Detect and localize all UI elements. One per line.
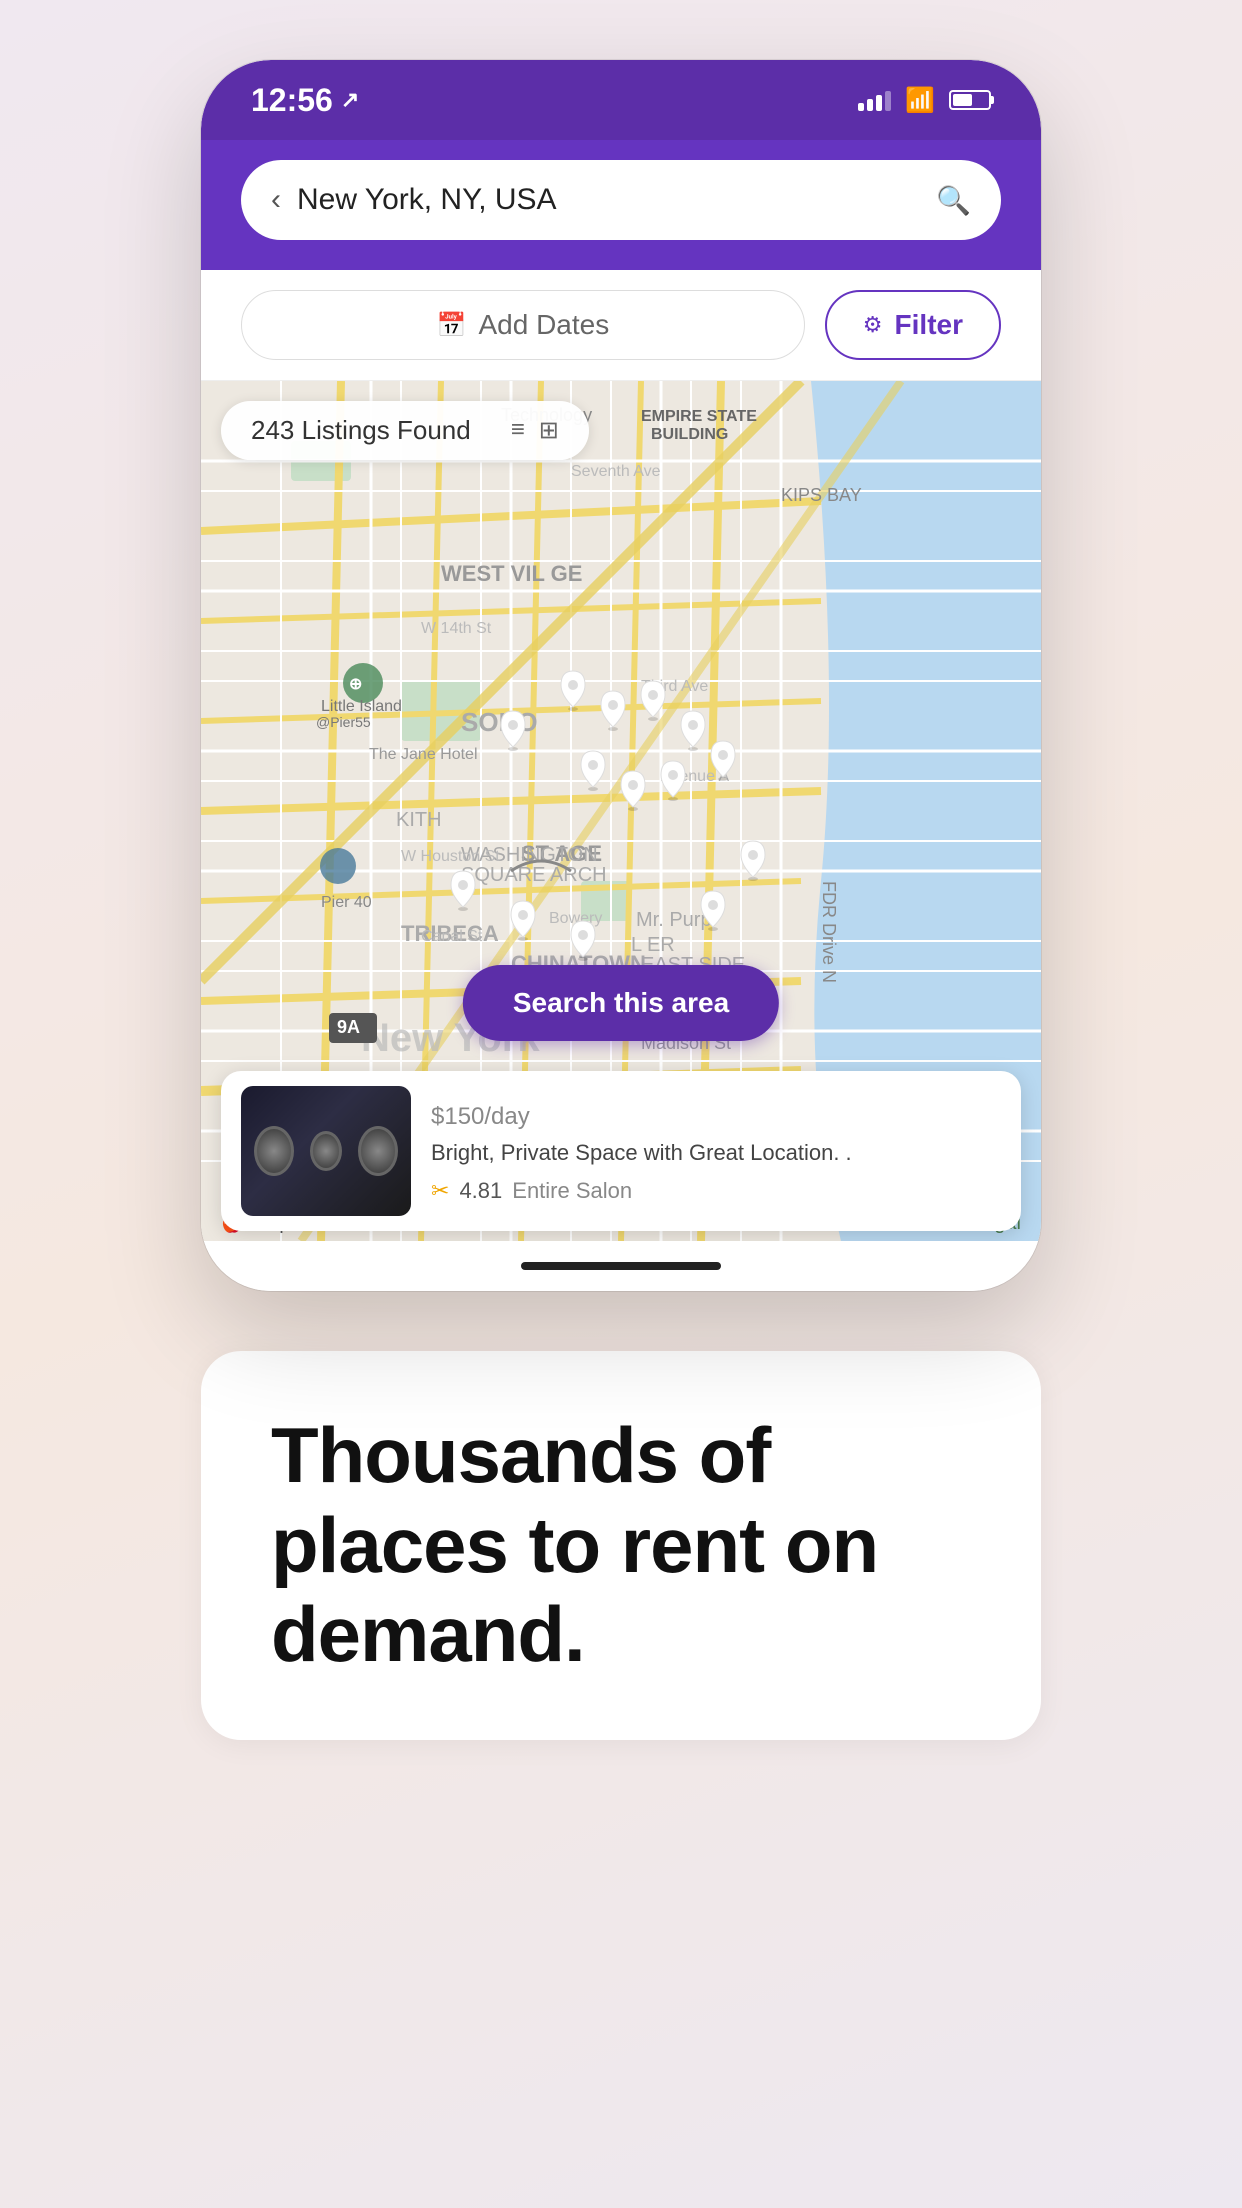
listing-rating: 4.81 — [459, 1178, 502, 1204]
listing-info: $150/day Bright, Private Space with Grea… — [431, 1098, 1001, 1205]
search-query[interactable]: New York, NY, USA — [297, 183, 936, 217]
svg-text:@Pier55: @Pier55 — [316, 714, 371, 730]
add-dates-button[interactable]: 📅 Add Dates — [241, 290, 805, 360]
add-dates-label: Add Dates — [478, 309, 609, 341]
filter-button[interactable]: ⚙ Filter — [825, 290, 1001, 360]
signal-bar-1 — [858, 103, 864, 111]
listings-count-bar: 243 Listings Found ≡ ⊞ — [221, 401, 589, 460]
svg-text:W 14th St: W 14th St — [421, 620, 492, 637]
svg-text:L ER: L ER — [631, 934, 675, 956]
map-view-icon[interactable]: ⊞ — [539, 416, 559, 445]
svg-text:EMPIRE STATE: EMPIRE STATE — [641, 408, 757, 425]
search-bar[interactable]: ‹ New York, NY, USA 🔍 — [241, 160, 1001, 240]
svg-text:KIPS BAY: KIPS BAY — [781, 485, 862, 505]
listing-image — [241, 1086, 411, 1216]
filter-label: Filter — [895, 309, 963, 341]
status-time: 12:56 ↗ — [251, 82, 359, 119]
svg-text:FDR Drive N: FDR Drive N — [819, 881, 839, 983]
svg-text:Pier 40: Pier 40 — [321, 894, 372, 911]
signal-icon — [858, 89, 891, 111]
search-icon[interactable]: 🔍 — [936, 184, 971, 217]
home-bar — [521, 1262, 721, 1270]
time-display: 12:56 — [251, 82, 333, 119]
list-view-icon[interactable]: ≡ — [511, 416, 525, 445]
price-unit: /day — [484, 1103, 529, 1130]
view-toggle-icons[interactable]: ≡ ⊞ — [511, 416, 559, 445]
search-this-area-button[interactable]: Search this area — [463, 965, 779, 1041]
svg-text:WEST VIL GE: WEST VIL GE — [441, 561, 582, 586]
headline-text: Thousands of places to rent on demand. — [271, 1411, 971, 1680]
svg-text:Canal St: Canal St — [421, 928, 483, 945]
bottom-text-section: Thousands of places to rent on demand. — [201, 1351, 1041, 1740]
signal-bar-2 — [867, 99, 873, 111]
search-area-label: Search this area — [513, 987, 729, 1018]
status-bar: 12:56 ↗ 📶 — [201, 60, 1041, 140]
signal-bar-4 — [885, 91, 891, 111]
filter-sliders-icon: ⚙ — [863, 312, 883, 338]
filter-row: 📅 Add Dates ⚙ Filter — [201, 270, 1041, 381]
listing-price: $150/day — [431, 1098, 1001, 1132]
signal-bar-3 — [876, 95, 882, 111]
location-arrow-icon: ↗ — [341, 87, 359, 113]
svg-text:The Jane Hotel: The Jane Hotel — [369, 746, 478, 763]
svg-text:BUILDING: BUILDING — [651, 426, 728, 443]
phone-device: 12:56 ↗ 📶 ‹ New York, NY, USA 🔍 📅 — [201, 60, 1041, 1291]
battery-icon — [949, 90, 991, 110]
salon-decor — [254, 1126, 398, 1176]
wifi-icon: 📶 — [905, 86, 935, 115]
svg-text:SQUARE ARCH: SQUARE ARCH — [461, 864, 607, 886]
mirror-decoration-3 — [358, 1126, 398, 1176]
svg-text:Little Island: Little Island — [321, 698, 402, 715]
scissors-icon: ✂ — [431, 1178, 449, 1204]
listing-card[interactable]: $150/day Bright, Private Space with Grea… — [221, 1071, 1021, 1231]
calendar-icon: 📅 — [437, 311, 467, 340]
listing-type: Entire Salon — [512, 1178, 632, 1204]
listing-image-inner — [241, 1086, 411, 1216]
svg-text:Seventh Ave: Seventh Ave — [571, 463, 661, 480]
mirror-decoration — [254, 1126, 294, 1176]
price-amount: $150 — [431, 1103, 484, 1130]
search-area-bg: ‹ New York, NY, USA 🔍 — [201, 140, 1041, 270]
svg-text:⊕: ⊕ — [349, 676, 362, 693]
map-container[interactable]: Technology EMPIRE STATE BUILDING KIPS BA… — [201, 381, 1041, 1241]
home-indicator-area — [201, 1241, 1041, 1291]
svg-text:W Houston St: W Houston St — [401, 848, 500, 865]
svg-text:9A: 9A — [337, 1017, 360, 1037]
svg-text:SOHO: SOHO — [461, 707, 538, 737]
mirror-decoration-2 — [310, 1131, 342, 1171]
status-icons: 📶 — [858, 86, 991, 115]
listings-count-text: 243 Listings Found — [251, 415, 471, 446]
listing-title: Bright, Private Space with Great Locatio… — [431, 1138, 1001, 1169]
listing-meta: ✂ 4.81 Entire Salon — [431, 1178, 1001, 1204]
svg-text:KITH: KITH — [396, 809, 442, 831]
back-button[interactable]: ‹ — [271, 183, 281, 217]
